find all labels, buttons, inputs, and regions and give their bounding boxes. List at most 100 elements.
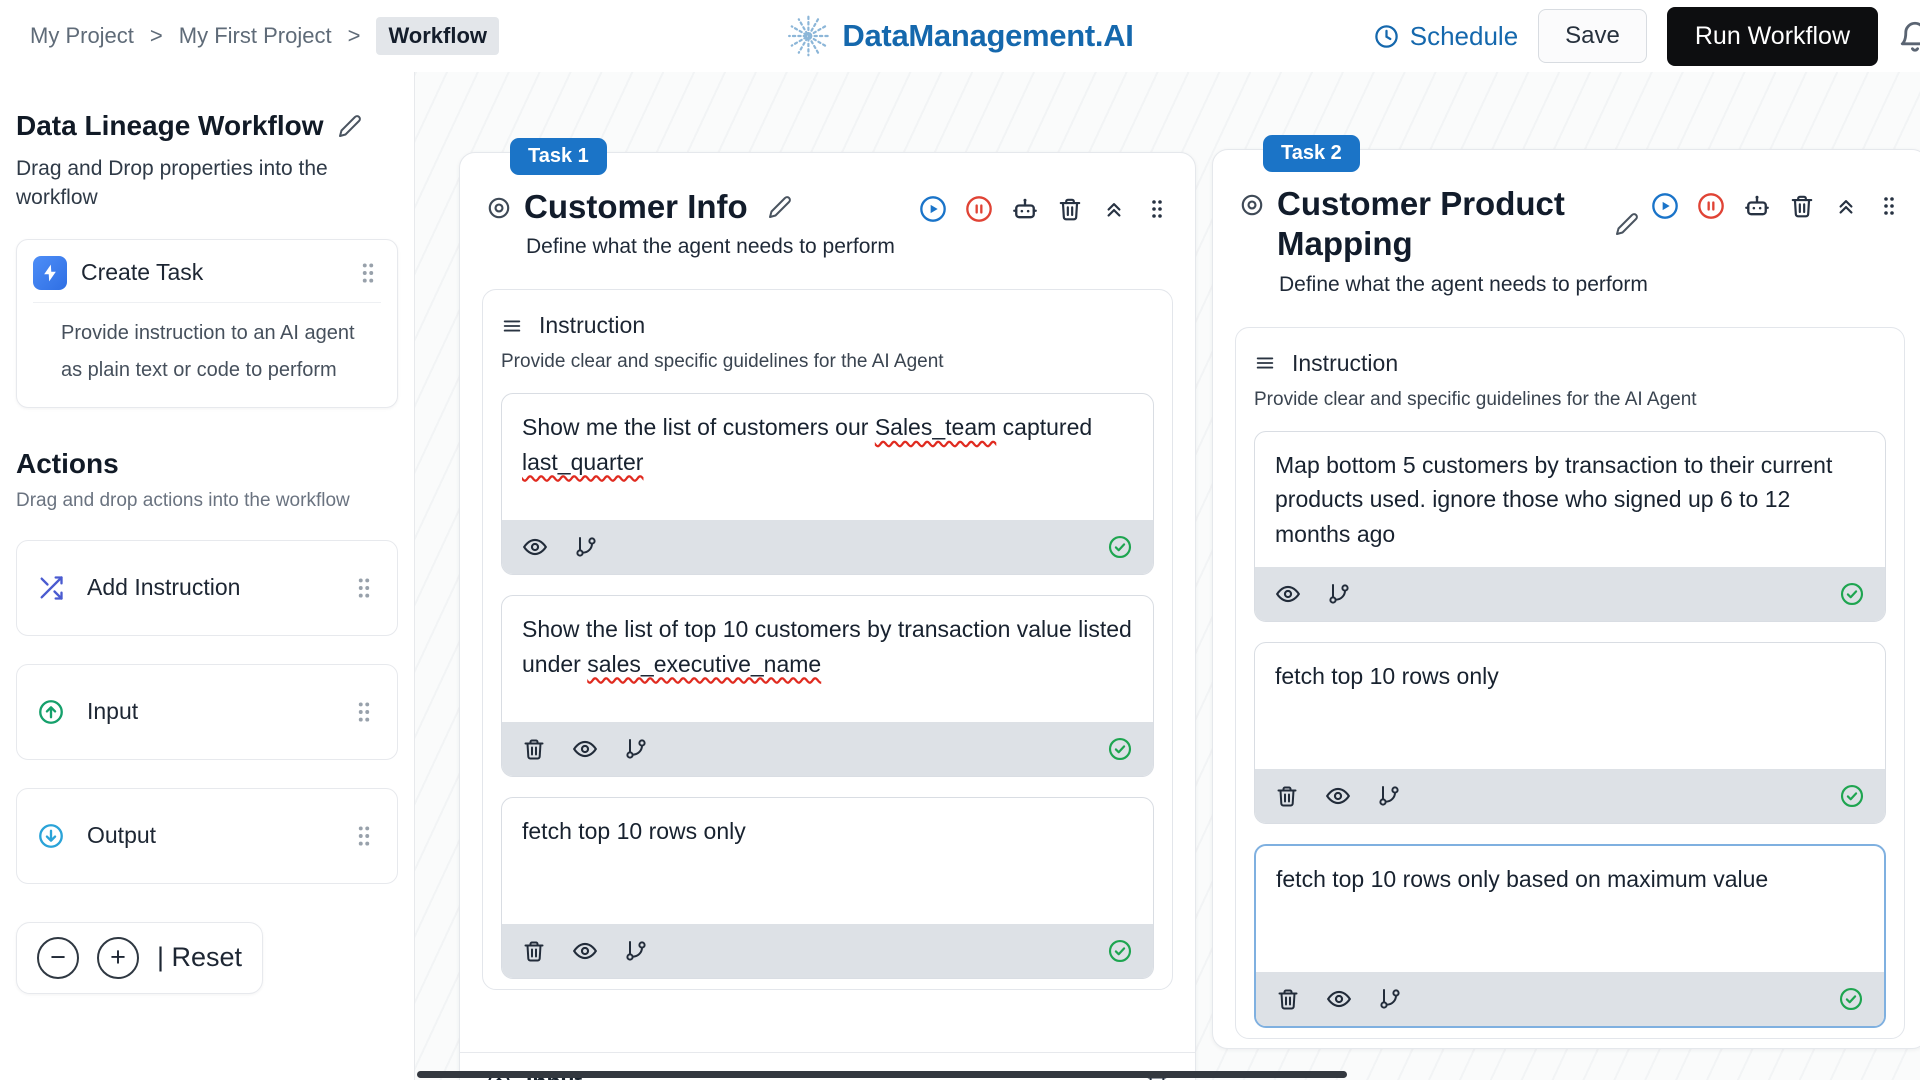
valid-check-icon <box>1839 783 1865 809</box>
instruction-box: fetch top 10 rows only <box>1254 642 1886 824</box>
zoom-out-button[interactable]: − <box>37 937 79 979</box>
instruction-panel: Instruction Provide clear and specific g… <box>1235 327 1905 1040</box>
action-label: Output <box>87 822 156 849</box>
instruction-toolbar <box>502 924 1153 978</box>
breadcrumb-item-my-project[interactable]: My Project <box>30 23 134 49</box>
task-controls <box>1651 192 1901 220</box>
valid-check-icon <box>1838 986 1864 1012</box>
collapse-task-icon[interactable] <box>1833 193 1859 219</box>
breadcrumb: My Project > My First Project > Workflow <box>30 17 499 55</box>
run-workflow-button[interactable]: Run Workflow <box>1667 7 1878 66</box>
shuffle-icon <box>37 574 65 602</box>
brand-name: DataManagement.AI <box>842 18 1133 54</box>
drag-handle-icon[interactable] <box>355 260 381 286</box>
instruction-toolbar <box>502 520 1153 574</box>
valid-check-icon <box>1107 736 1133 762</box>
create-task-card[interactable]: Create Task Provide instruction to an AI… <box>16 239 398 408</box>
delete-task-icon[interactable] <box>1789 193 1815 219</box>
topbar: My Project > My First Project > Workflow… <box>0 0 1920 72</box>
topbar-actions: Schedule Save Run Workflow <box>1373 7 1920 66</box>
task-controls <box>919 195 1169 223</box>
drag-handle-icon[interactable] <box>1145 197 1169 221</box>
breadcrumb-item-workflow[interactable]: Workflow <box>376 17 499 55</box>
instruction-box: Map bottom 5 customers by transaction to… <box>1254 431 1886 623</box>
instruction-toolbar <box>1255 769 1885 823</box>
download-circle-icon <box>37 822 65 850</box>
task-card-2: Task 2 Customer Product Mapping <box>1212 149 1920 1049</box>
reset-button[interactable]: | Reset <box>157 942 242 973</box>
delete-instruction-icon[interactable] <box>1276 987 1300 1011</box>
breadcrumb-separator: > <box>348 23 361 49</box>
instruction-toolbar <box>502 722 1153 776</box>
instruction-box: Show the list of top 10 customers by tra… <box>501 595 1154 777</box>
branch-icon[interactable] <box>624 737 648 761</box>
edit-task-title-icon[interactable] <box>1615 212 1639 236</box>
delete-instruction-icon[interactable] <box>522 737 546 761</box>
collapse-task-icon[interactable] <box>1101 196 1127 222</box>
bot-icon[interactable] <box>1011 195 1039 223</box>
target-icon <box>486 195 512 221</box>
run-task-icon[interactable] <box>1651 192 1679 220</box>
zoom-in-button[interactable]: + <box>97 937 139 979</box>
instruction-section-hint: Provide clear and specific guidelines fo… <box>1254 389 1886 411</box>
preview-eye-icon[interactable] <box>522 534 548 560</box>
delete-instruction-icon[interactable] <box>1275 784 1299 808</box>
actions-subtitle: Drag and drop actions into the workflow <box>16 490 398 512</box>
pause-task-icon[interactable] <box>965 195 993 223</box>
run-task-icon[interactable] <box>919 195 947 223</box>
pause-task-icon[interactable] <box>1697 192 1725 220</box>
save-button[interactable]: Save <box>1538 9 1647 63</box>
drag-handle-icon[interactable] <box>351 823 377 849</box>
branch-icon[interactable] <box>1327 582 1351 606</box>
instruction-section-hint: Provide clear and specific guidelines fo… <box>501 351 1154 373</box>
create-task-description: Provide instruction to an AI agent as pl… <box>33 303 363 391</box>
sidebar-subtitle: Drag and Drop properties into the workfl… <box>16 154 366 213</box>
instruction-text-input[interactable]: Show the list of top 10 customers by tra… <box>502 596 1153 722</box>
workflow-canvas[interactable]: Task 1 Customer Info <box>415 72 1920 1080</box>
bolt-icon <box>33 256 67 290</box>
instruction-text-input[interactable]: fetch top 10 rows only based on maximum … <box>1256 846 1884 972</box>
bot-icon[interactable] <box>1743 192 1771 220</box>
task-subtitle: Define what the agent needs to perform <box>1279 273 1905 297</box>
instruction-text-input[interactable]: fetch top 10 rows only <box>502 798 1153 924</box>
branch-icon[interactable] <box>1377 784 1401 808</box>
action-input[interactable]: Input <box>16 664 398 760</box>
valid-check-icon <box>1839 581 1865 607</box>
drag-handle-icon[interactable] <box>1877 194 1901 218</box>
drag-handle-icon[interactable] <box>351 575 377 601</box>
action-add-instruction[interactable]: Add Instruction <box>16 540 398 636</box>
instruction-box: Show me the list of customers our Sales_… <box>501 393 1154 575</box>
preview-eye-icon[interactable] <box>1326 986 1352 1012</box>
instruction-text-input[interactable]: Map bottom 5 customers by transaction to… <box>1255 432 1885 568</box>
edit-task-title-icon[interactable] <box>768 195 792 219</box>
section-drag-icon[interactable] <box>1254 352 1276 374</box>
notifications-bell-icon[interactable] <box>1898 19 1920 53</box>
action-output[interactable]: Output <box>16 788 398 884</box>
instruction-toolbar <box>1256 972 1884 1026</box>
branch-icon[interactable] <box>574 535 598 559</box>
preview-eye-icon[interactable] <box>572 736 598 762</box>
horizontal-scrollbar[interactable] <box>417 1071 1347 1078</box>
delete-instruction-icon[interactable] <box>522 939 546 963</box>
section-drag-icon[interactable] <box>501 315 523 337</box>
task-title: Customer Info <box>524 187 748 227</box>
valid-check-icon <box>1107 938 1133 964</box>
preview-eye-icon[interactable] <box>1325 783 1351 809</box>
create-task-label: Create Task <box>81 259 203 286</box>
preview-eye-icon[interactable] <box>572 938 598 964</box>
preview-eye-icon[interactable] <box>1275 581 1301 607</box>
delete-task-icon[interactable] <box>1057 196 1083 222</box>
breadcrumb-item-my-first-project[interactable]: My First Project <box>179 23 332 49</box>
drag-handle-icon[interactable] <box>351 699 377 725</box>
instruction-text-input[interactable]: fetch top 10 rows only <box>1255 643 1885 769</box>
instruction-section-title: Instruction <box>1292 350 1398 377</box>
instruction-box: fetch top 10 rows only <box>501 797 1154 979</box>
edit-workflow-name-icon[interactable] <box>338 114 362 138</box>
schedule-button[interactable]: Schedule <box>1373 21 1518 52</box>
zoom-controls: − + | Reset <box>16 922 263 994</box>
branch-icon[interactable] <box>1378 987 1402 1011</box>
valid-check-icon <box>1107 534 1133 560</box>
branch-icon[interactable] <box>624 939 648 963</box>
instruction-text-input[interactable]: Show me the list of customers our Sales_… <box>502 394 1153 520</box>
instruction-panel: Instruction Provide clear and specific g… <box>482 289 1173 990</box>
